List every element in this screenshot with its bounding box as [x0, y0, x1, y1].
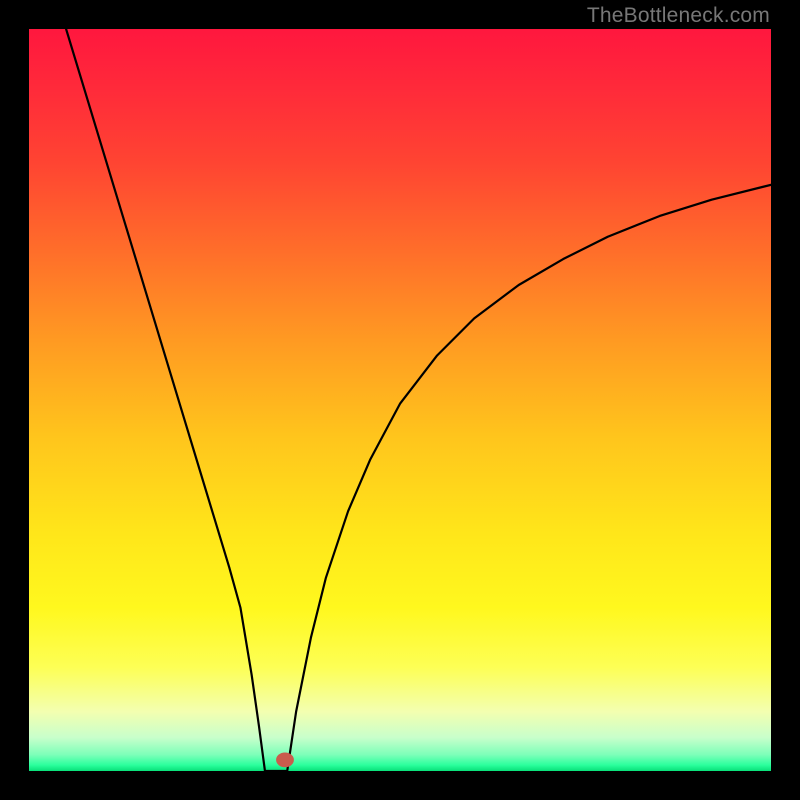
chart-frame — [29, 29, 771, 771]
watermark-text: TheBottleneck.com — [587, 4, 770, 28]
chart-svg — [29, 29, 771, 771]
gradient-background — [29, 29, 771, 771]
valley-marker — [276, 752, 294, 767]
